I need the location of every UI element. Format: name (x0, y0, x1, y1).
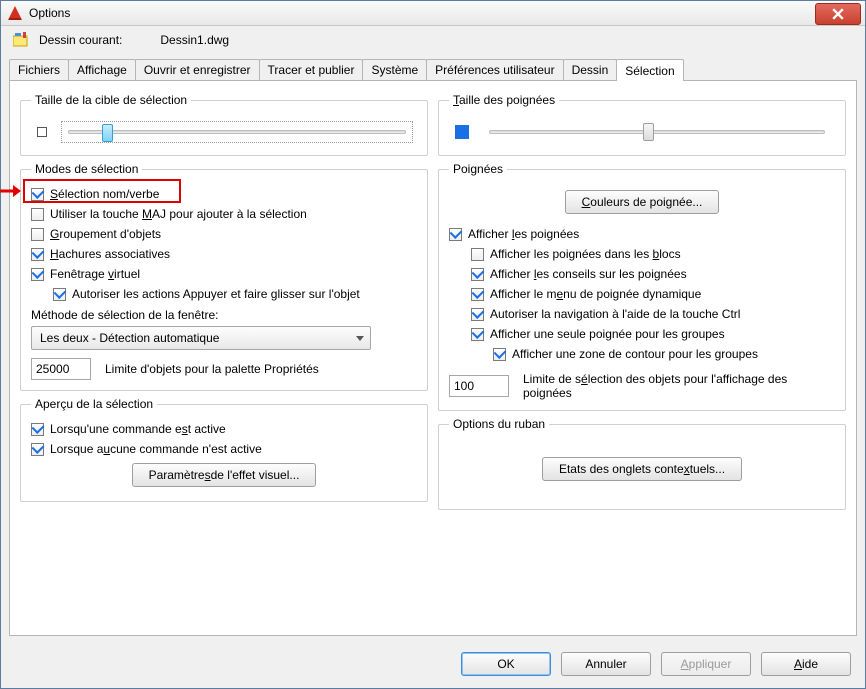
label-grip-tips[interactable]: Afficher les conseils sur les poignées (490, 267, 687, 281)
arrow-annotation (0, 183, 21, 199)
close-button[interactable] (815, 3, 861, 25)
checkbox-shift-add[interactable] (31, 208, 44, 221)
ribbon-options-legend: Options du ruban (449, 417, 549, 431)
contextual-tab-states-button[interactable]: Etats des onglets contextuels... (542, 457, 742, 481)
label-shift-add[interactable]: Utiliser la touche MAJ pour ajouter à la… (50, 207, 307, 221)
tab-body-selection: Taille de la cible de sélection Modes de… (9, 80, 857, 636)
options-dialog: Options Dessin courant: Dessin1.dwg Fich… (0, 0, 866, 689)
titlebar: Options (1, 1, 865, 26)
group-grips: Poignées Couleurs de poignée... Afficher… (438, 162, 846, 411)
checkbox-grips-blocks[interactable] (471, 248, 484, 261)
group-ribbon-options: Options du ruban Etats des onglets conte… (438, 417, 846, 510)
property-palette-limit-label: Limite d'objets pour la palette Propriét… (105, 362, 319, 376)
window-method-label: Méthode de sélection de la fenêtre: (31, 304, 417, 324)
cancel-button[interactable]: Annuler (561, 652, 651, 676)
checkbox-assoc-hatch[interactable] (31, 248, 44, 261)
grip-size-slider[interactable] (483, 121, 831, 143)
checkbox-noun-verb[interactable] (31, 188, 44, 201)
tab-preferences-utilisateur[interactable]: Préférences utilisateur (426, 59, 563, 80)
group-selection-preview: Aperçu de la sélection Lorsqu'une comman… (20, 397, 428, 502)
checkbox-dyn-grip-menu[interactable] (471, 288, 484, 301)
tabs-region: Fichiers Affichage Ouvrir et enregistrer… (9, 58, 857, 636)
subheader: Dessin courant: Dessin1.dwg (1, 26, 865, 58)
pickbox-preview-icon (37, 127, 47, 137)
tab-dessin[interactable]: Dessin (563, 59, 618, 80)
group-pickbox-size: Taille de la cible de sélection (20, 93, 428, 156)
grip-size-legend: Taille des poignées (449, 93, 559, 107)
grip-colors-button[interactable]: Couleurs de poignée... (565, 190, 720, 214)
checkbox-ctrl-cycle[interactable] (471, 308, 484, 321)
label-object-grouping[interactable]: Groupement d'objets (50, 227, 161, 241)
label-ctrl-cycle[interactable]: Autoriser la navigation à l'aide de la t… (490, 307, 740, 321)
checkbox-nocmd-active[interactable] (31, 443, 44, 456)
tab-strip: Fichiers Affichage Ouvrir et enregistrer… (9, 58, 857, 80)
selection-preview-legend: Aperçu de la sélection (31, 397, 157, 411)
checkbox-cmd-active[interactable] (31, 423, 44, 436)
label-assoc-hatch[interactable]: Hachures associatives (50, 247, 170, 261)
checkbox-object-grouping[interactable] (31, 228, 44, 241)
checkbox-show-grips[interactable] (449, 228, 462, 241)
tab-tracer-publier[interactable]: Tracer et publier (259, 59, 364, 80)
label-grips-blocks[interactable]: Afficher les poignées dans les blocs (490, 247, 681, 261)
group-selection-modes: Modes de sélection SSélection nom/verbeé… (20, 162, 428, 391)
property-palette-limit-input[interactable] (31, 358, 91, 380)
grip-preview-icon (455, 125, 469, 139)
pickbox-legend: Taille de la cible de sélection (31, 93, 191, 107)
label-nocmd-active[interactable]: Lorsque aucune commande n'est active (50, 442, 262, 456)
label-dyn-grip-menu[interactable]: Afficher le menu de poignée dynamique (490, 287, 701, 301)
app-icon (7, 5, 23, 21)
right-column: Taille des poignées Poignées Cou (438, 93, 846, 623)
label-single-grip-group[interactable]: Afficher une seule poignée pour les grou… (490, 327, 725, 341)
checkbox-press-drag[interactable] (53, 288, 66, 301)
window-method-value: Les deux - Détection automatique (40, 331, 219, 345)
selection-modes-legend: Modes de sélection (31, 162, 142, 176)
tab-selection[interactable]: Sélection (616, 59, 683, 81)
current-drawing-label: Dessin courant: (39, 33, 122, 47)
ok-button[interactable]: OK (461, 652, 551, 676)
checkbox-implied-window[interactable] (31, 268, 44, 281)
checkbox-grip-tips[interactable] (471, 268, 484, 281)
label-show-grips[interactable]: Afficher les poignées (468, 227, 579, 241)
checkbox-bbox-group[interactable] (493, 348, 506, 361)
group-grip-size: Taille des poignées (438, 93, 846, 156)
left-column: Taille de la cible de sélection Modes de… (20, 93, 428, 623)
apply-button: Appliquer (661, 652, 751, 676)
label-bbox-group[interactable]: Afficher une zone de contour pour les gr… (512, 347, 758, 361)
chevron-down-icon (356, 336, 364, 341)
current-drawing-value: Dessin1.dwg (160, 33, 229, 47)
tab-affichage[interactable]: Affichage (68, 59, 136, 80)
checkbox-single-grip-group[interactable] (471, 328, 484, 341)
tab-fichiers[interactable]: Fichiers (9, 59, 69, 80)
grip-object-limit-input[interactable] (449, 375, 509, 397)
drawing-icon (13, 32, 31, 48)
grip-object-limit-label: Limite de sélection des objets pour l'af… (523, 372, 803, 400)
window-title: Options (29, 6, 70, 20)
grips-legend: Poignées (449, 162, 507, 176)
label-noun-verb[interactable]: SSélection nom/verbeélection nom/verbe (50, 187, 159, 201)
dialog-button-bar: OK Annuler Appliquer Aide (1, 644, 865, 688)
label-implied-window[interactable]: Fenêtrage virtuel (50, 267, 140, 281)
label-cmd-active[interactable]: Lorsqu'une commande est active (50, 422, 226, 436)
label-press-drag[interactable]: Autoriser les actions Appuyer et faire g… (72, 287, 360, 301)
tab-ouvrir-enregistrer[interactable]: Ouvrir et enregistrer (135, 59, 260, 80)
window-method-dropdown[interactable]: Les deux - Détection automatique (31, 326, 371, 350)
tab-systeme[interactable]: Système (362, 59, 427, 80)
help-button[interactable]: Aide (761, 652, 851, 676)
visual-effect-settings-button[interactable]: Paramètres de l'effet visuel... (132, 463, 317, 487)
pickbox-size-slider[interactable] (61, 121, 413, 143)
